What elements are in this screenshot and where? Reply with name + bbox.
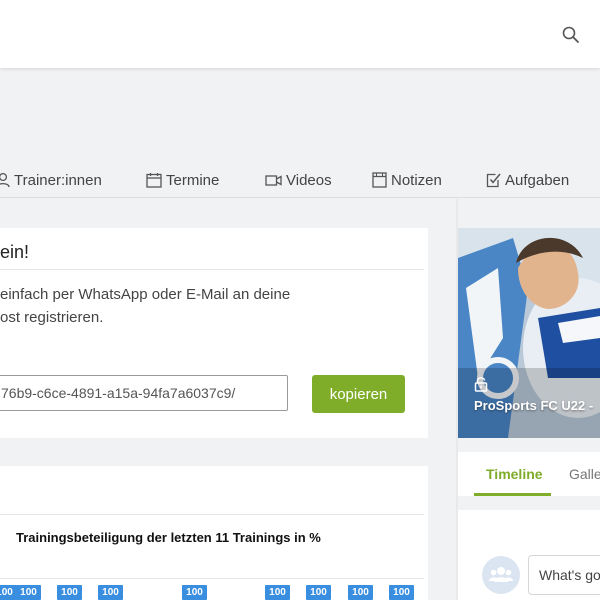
notes-icon (372, 172, 387, 188)
divider (0, 269, 424, 270)
tab-videos[interactable]: Videos (265, 170, 332, 190)
tab-label: Aufgaben (505, 171, 570, 189)
checkbox-icon (486, 173, 501, 188)
invite-title: ein! (0, 242, 30, 262)
search-icon[interactable] (560, 24, 582, 46)
chart-value-label: 100 (182, 585, 207, 600)
tab-label: Trainer:innen (14, 171, 102, 189)
chart-value-label: 100 (348, 585, 373, 600)
chart-title: Trainingsbeteiligung der letzten 11 Trai… (16, 530, 321, 545)
person-icon (0, 172, 10, 188)
chart-value-label: 100 (57, 585, 82, 600)
section-tabs: Trainer:innen Termine Videos Notizen Auf… (0, 160, 600, 198)
tab-notizen[interactable]: Notizen (372, 170, 442, 190)
invite-text-line: einfach per WhatsApp oder E-Mail an dein… (0, 286, 291, 303)
feed-tabs: Timeline Galle (458, 452, 600, 496)
team-name: ProSports FC U22 - (474, 398, 594, 413)
calendar-icon (146, 173, 162, 188)
tab-label: Termine (166, 171, 220, 189)
post-input[interactable] (528, 555, 600, 595)
invite-text-line: ost registrieren. (0, 309, 104, 326)
tab-timeline[interactable]: Timeline (486, 466, 543, 482)
chart-value-label: 100 (0, 585, 17, 600)
active-tab-indicator (474, 493, 551, 496)
chart-value-label: 100 (16, 585, 41, 600)
chart-value-label: 100 (98, 585, 123, 600)
tab-label: Videos (286, 171, 332, 189)
avatar (482, 556, 520, 594)
chart-value-label: 100 (265, 585, 290, 600)
invite-code-field[interactable] (0, 375, 288, 411)
top-bar (0, 0, 600, 68)
tab-termine[interactable]: Termine (146, 170, 219, 190)
chart-gridline (0, 578, 424, 579)
tab-gallery[interactable]: Galle (569, 466, 600, 482)
group-icon (489, 567, 513, 582)
invite-description: einfach per WhatsApp oder E-Mail an dein… (0, 283, 420, 329)
chart-value-label: 100 (306, 585, 331, 600)
video-camera-icon (265, 175, 282, 186)
copy-button[interactable]: kopieren (312, 375, 405, 413)
lock-icon (474, 377, 488, 392)
tab-label: Notizen (391, 171, 442, 189)
divider (0, 514, 424, 515)
team-card[interactable]: ProSports FC U22 - (458, 228, 600, 438)
tab-aufgaben[interactable]: Aufgaben (486, 170, 569, 190)
post-composer (458, 510, 600, 600)
chart-value-label: 100 (389, 585, 414, 600)
invite-card: ein! einfach per WhatsApp oder E-Mail an… (0, 228, 428, 438)
attendance-chart-card: Trainingsbeteiligung der letzten 11 Trai… (0, 466, 428, 600)
tab-trainer[interactable]: Trainer:innen (0, 170, 102, 190)
